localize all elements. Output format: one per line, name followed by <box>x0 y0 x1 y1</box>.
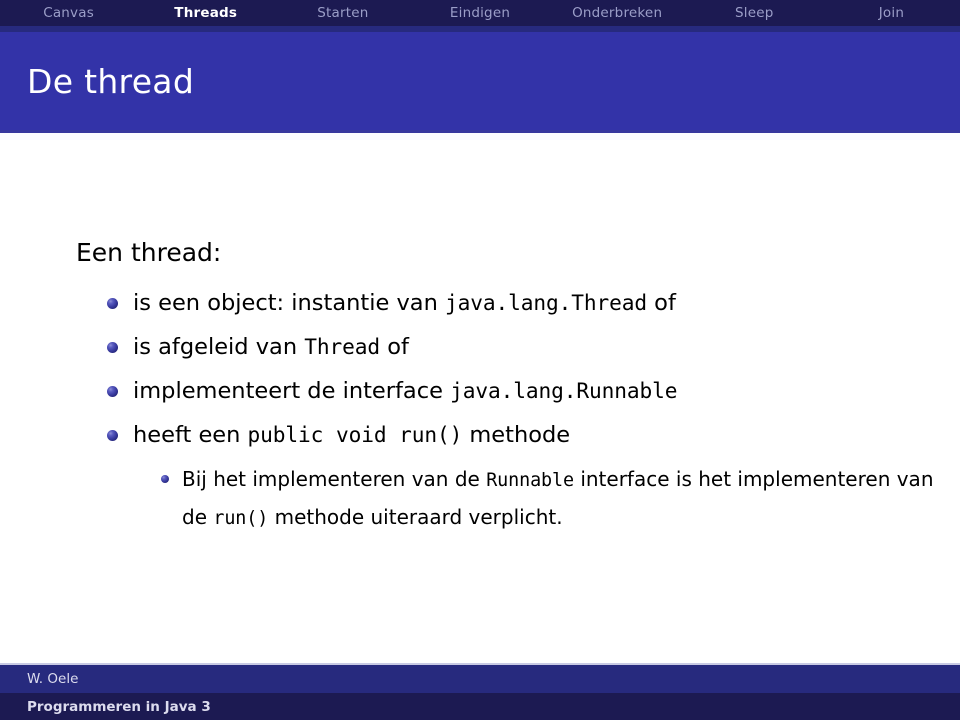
bullet-sphere-icon <box>107 298 118 309</box>
sub-bullet-list: Bij het implementeren van de Runnable in… <box>133 461 940 537</box>
sub-bullet-text-segment: methode uiteraard verplicht. <box>268 505 563 529</box>
nav-item-onderbreken[interactable]: Onderbreken <box>549 0 686 26</box>
bullet-text-segment: of <box>380 334 409 360</box>
nav-item-starten[interactable]: Starten <box>274 0 411 26</box>
footer-author-text: W. Oele <box>27 671 79 687</box>
bullet-sphere-icon <box>107 430 118 441</box>
sub-bullet-text-segment: Bij het implementeren van de <box>182 467 487 491</box>
list-item: implementeert de interface java.lang.Run… <box>100 369 940 413</box>
nav-item-eindigen[interactable]: Eindigen <box>411 0 548 26</box>
footer-course-bar: Programmeren in Java 3 <box>0 693 960 720</box>
slide-body: Een thread: is een object: instantie van… <box>0 133 960 665</box>
footer-course-text: Programmeren in Java 3 <box>27 698 211 715</box>
nav-item-threads[interactable]: Threads <box>137 0 274 26</box>
nav-item-sleep[interactable]: Sleep <box>686 0 823 26</box>
list-item: is afgeleid van Thread of <box>100 325 940 369</box>
bullet-code-segment: public void run() <box>247 422 463 447</box>
bullet-text-segment: is afgeleid van <box>133 334 305 360</box>
bullet-text-segment: implementeert de interface <box>133 378 451 404</box>
slide-navigation-bar: Canvas Threads Starten Eindigen Onderbre… <box>0 0 960 26</box>
presentation-slide: Canvas Threads Starten Eindigen Onderbre… <box>0 0 960 720</box>
block-heading: Een thread: <box>76 238 222 267</box>
page-title: De thread <box>27 61 195 101</box>
bullet-code-segment: java.lang.Runnable <box>450 378 678 403</box>
bullet-code-segment: java.lang.Thread <box>444 290 648 315</box>
list-item: heeft een public void run() methode Bij … <box>100 413 940 537</box>
bullet-list: is een object: instantie van java.lang.T… <box>100 281 940 537</box>
sub-bullet-code-segment: Runnable <box>486 470 574 491</box>
sub-bullet-code-segment: run() <box>213 508 269 529</box>
bullet-code-segment: Thread <box>304 334 381 359</box>
sub-bullet-sphere-icon <box>161 475 169 483</box>
slide-title-banner: De thread <box>0 32 960 130</box>
bullet-text-segment: methode <box>462 422 571 448</box>
bullet-text-segment: heeft een <box>133 422 248 448</box>
nav-item-join[interactable]: Join <box>823 0 960 26</box>
bullet-sphere-icon <box>107 386 118 397</box>
bullet-text-segment: of <box>647 290 676 316</box>
nav-item-canvas[interactable]: Canvas <box>0 0 137 26</box>
list-item: is een object: instantie van java.lang.T… <box>100 281 940 325</box>
list-item: Bij het implementeren van de Runnable in… <box>133 461 940 537</box>
bullet-sphere-icon <box>107 342 118 353</box>
footer-author-bar: W. Oele <box>0 665 960 693</box>
bullet-text-segment: is een object: instantie van <box>133 290 445 316</box>
